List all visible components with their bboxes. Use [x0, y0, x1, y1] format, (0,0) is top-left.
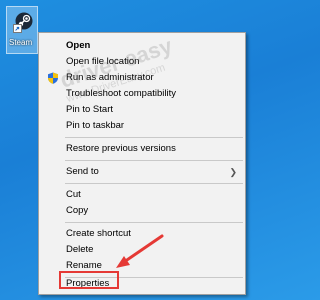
annotation-arrow-icon: [116, 234, 164, 268]
